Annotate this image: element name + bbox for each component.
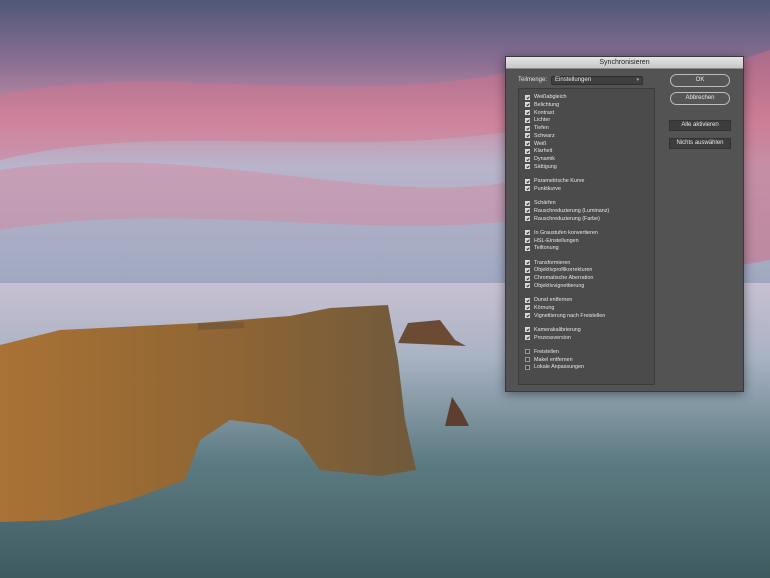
- checkbox-label: Belichtung: [534, 101, 560, 108]
- checkbox-label: Makel entfernen: [534, 356, 573, 363]
- checkbox-label: Rauschreduzierung (Luminanz): [534, 207, 610, 214]
- subset-row: Teilmenge: Einstellungen ▾: [518, 75, 644, 85]
- checkbox-checked-icon[interactable]: [525, 208, 530, 214]
- checkbox-checked-icon[interactable]: [525, 327, 530, 333]
- checkbox-label: Teiltonung: [534, 245, 559, 252]
- checkbox-label: Dynamik: [534, 156, 555, 162]
- checkbox-checked-icon[interactable]: [525, 164, 530, 170]
- checkbox-unchecked-icon[interactable]: [525, 349, 530, 355]
- checkbox-checked-icon[interactable]: [525, 141, 530, 146]
- synchronize-dialog: Synchronisieren Teilmenge: Einstellungen…: [505, 56, 744, 392]
- settings-checkbox-list: Weißabgleich Belichtung Kontrast Lichter Tie…: [518, 88, 655, 385]
- checkbox-checked-icon[interactable]: [525, 156, 530, 162]
- checkbox-label: Transformieren: [534, 259, 571, 266]
- checkbox-row[interactable]: Objektivvignettierung: [525, 282, 584, 290]
- checkbox-label: Vignettierung nach Freistellen: [534, 312, 606, 319]
- subset-label: Teilmenge:: [518, 77, 548, 83]
- select-none-button[interactable]: Nichts auswählen: [669, 138, 731, 149]
- checkbox-label: Sättigung: [534, 163, 557, 170]
- checkbox-label: Klarheit: [534, 148, 553, 155]
- checkbox-label: In Graustufen konvertieren: [534, 229, 598, 236]
- checkbox-checked-icon[interactable]: [525, 125, 530, 131]
- checkbox-checked-icon[interactable]: [525, 110, 530, 115]
- checkbox-row[interactable]: Vignettierung nach Freistellen: [525, 312, 605, 320]
- checkbox-row[interactable]: Prozessversion: [525, 334, 571, 342]
- checkbox-label: Lokale Anpassungen: [534, 364, 585, 371]
- checkbox-checked-icon[interactable]: [525, 133, 530, 139]
- checkbox-checked-icon[interactable]: [525, 297, 530, 303]
- checkbox-label: Objektivvignettierung: [534, 282, 585, 289]
- checkbox-checked-icon[interactable]: [525, 275, 530, 281]
- checkbox-checked-icon[interactable]: [525, 335, 530, 340]
- checkbox-checked-icon[interactable]: [525, 230, 530, 236]
- checkbox-label: Punktkurve: [534, 185, 561, 192]
- checkbox-row[interactable]: Rauschreduzierung (Farbe): [525, 215, 600, 223]
- cancel-button[interactable]: Abbrechen: [670, 92, 730, 105]
- subset-value: Einstellungen: [555, 77, 592, 83]
- checkbox-checked-icon[interactable]: [525, 283, 530, 289]
- checkbox-label: Kamerakalibrierung: [534, 326, 581, 333]
- ok-button[interactable]: OK: [670, 74, 730, 87]
- checkbox-row[interactable]: Sättigung: [525, 163, 557, 171]
- checkbox-checked-icon[interactable]: [525, 260, 530, 265]
- dialog-title: Synchronisieren: [506, 57, 743, 69]
- select-all-button[interactable]: Alle aktivieren: [669, 120, 731, 131]
- checkbox-checked-icon[interactable]: [525, 200, 530, 206]
- checkbox-label: Schwarz: [534, 132, 555, 139]
- chevron-down-icon: ▾: [636, 77, 640, 83]
- checkbox-label: Objektivprofilkorrekturen: [534, 267, 593, 274]
- checkbox-label: HSL-Einstellungen: [534, 237, 579, 244]
- checkbox-row[interactable]: Teiltonung: [525, 244, 559, 252]
- checkbox-checked-icon[interactable]: [525, 117, 530, 123]
- checkbox-label: Kontrast: [534, 109, 555, 116]
- checkbox-unchecked-icon[interactable]: [525, 364, 530, 370]
- checkbox-checked-icon[interactable]: [525, 238, 530, 243]
- checkbox-label: Weiß: [534, 140, 547, 147]
- checkbox-checked-icon[interactable]: [525, 216, 530, 221]
- checkbox-label: Prozessversion: [534, 334, 571, 341]
- checkbox-label: Chromatische Aberration: [534, 275, 594, 281]
- checkbox-row[interactable]: Punktkurve: [525, 185, 561, 193]
- checkbox-label: Lichter: [534, 117, 551, 124]
- checkbox-label: Parametrische Kurve: [534, 178, 585, 184]
- checkbox-checked-icon[interactable]: [525, 186, 530, 192]
- checkbox-row[interactable]: Lokale Anpassungen: [525, 363, 584, 371]
- checkbox-checked-icon[interactable]: [525, 267, 530, 273]
- checkbox-checked-icon[interactable]: [525, 178, 530, 184]
- checkbox-unchecked-icon[interactable]: [525, 357, 530, 362]
- checkbox-label: Körnung: [534, 304, 555, 311]
- checkbox-label: Schärfen: [534, 200, 556, 206]
- checkbox-checked-icon[interactable]: [525, 305, 530, 311]
- checkbox-label: Freistellen: [534, 348, 559, 355]
- subset-dropdown[interactable]: Einstellungen ▾: [551, 75, 644, 85]
- checkbox-label: Rauschreduzierung (Farbe): [534, 215, 600, 222]
- checkbox-checked-icon[interactable]: [525, 102, 530, 108]
- checkbox-label: Weißabgleich: [534, 94, 567, 100]
- checkbox-checked-icon[interactable]: [525, 245, 530, 251]
- checkbox-checked-icon[interactable]: [525, 148, 530, 154]
- checkbox-checked-icon[interactable]: [525, 94, 530, 100]
- checkbox-checked-icon[interactable]: [525, 313, 530, 318]
- checkbox-label: Tiefen: [534, 125, 549, 131]
- checkbox-label: Dunst entfernen: [534, 297, 573, 303]
